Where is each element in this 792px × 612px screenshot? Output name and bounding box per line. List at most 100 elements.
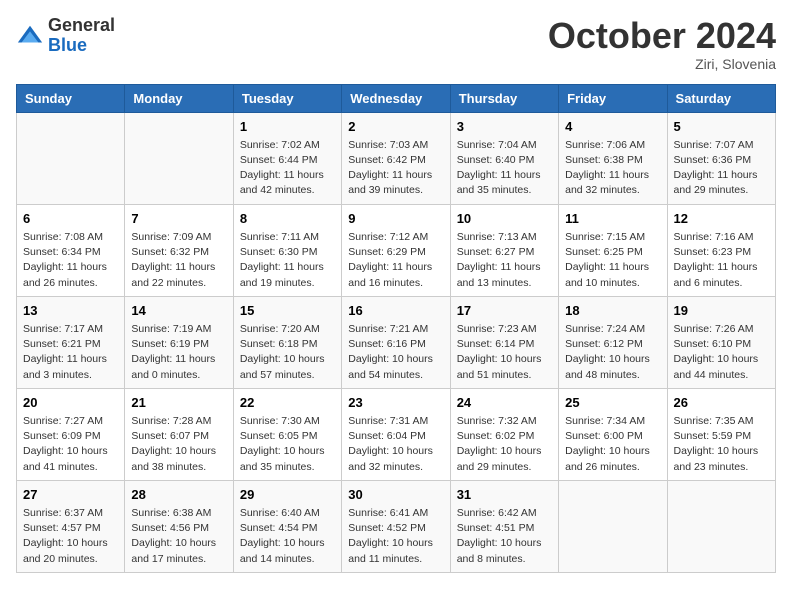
- day-number: 28: [131, 486, 226, 504]
- day-info: Sunrise: 7:13 AMSunset: 6:27 PMDaylight:…: [457, 230, 552, 291]
- weekday-header-row: SundayMondayTuesdayWednesdayThursdayFrid…: [17, 84, 776, 112]
- calendar-cell: 7Sunrise: 7:09 AMSunset: 6:32 PMDaylight…: [125, 204, 233, 296]
- day-info: Sunrise: 7:03 AMSunset: 6:42 PMDaylight:…: [348, 138, 443, 199]
- day-number: 2: [348, 118, 443, 136]
- day-number: 4: [565, 118, 660, 136]
- day-number: 5: [674, 118, 769, 136]
- calendar-cell: [667, 480, 775, 572]
- calendar-cell: 3Sunrise: 7:04 AMSunset: 6:40 PMDaylight…: [450, 112, 558, 204]
- day-number: 27: [23, 486, 118, 504]
- day-info: Sunrise: 6:41 AMSunset: 4:52 PMDaylight:…: [348, 506, 443, 567]
- day-number: 16: [348, 302, 443, 320]
- calendar-cell: 26 Sunrise: 7:35 AMSunset: 5:59 PMDayligh…: [667, 388, 775, 480]
- day-info: Sunrise: 6:38 AMSunset: 4:56 PMDaylight:…: [131, 506, 226, 567]
- location: Ziri, Slovenia: [548, 56, 776, 72]
- day-number: 19: [674, 302, 769, 320]
- calendar-cell: 30 Sunrise: 6:41 AMSunset: 4:52 PMDayligh…: [342, 480, 450, 572]
- calendar-cell: 13Sunrise: 7:17 AMSunset: 6:21 PMDayligh…: [17, 296, 125, 388]
- day-info: Sunrise: 7:26 AMSunset: 6:10 PMDaylight:…: [674, 322, 769, 383]
- day-number: 31: [457, 486, 552, 504]
- day-number: 21: [131, 394, 226, 412]
- calendar-cell: 4 Sunrise: 7:06 AMSunset: 6:38 PMDaylight…: [559, 112, 667, 204]
- logo-general-text: General: [48, 15, 115, 35]
- weekday-header: Saturday: [667, 84, 775, 112]
- calendar-cell: 11Sunrise: 7:15 AMSunset: 6:25 PMDayligh…: [559, 204, 667, 296]
- day-info: Sunrise: 7:30 AMSunset: 6:05 PMDaylight:…: [240, 414, 335, 475]
- day-info: Sunrise: 7:19 AMSunset: 6:19 PMDaylight:…: [131, 322, 226, 383]
- calendar-cell: 19 Sunrise: 7:26 AMSunset: 6:10 PMDayligh…: [667, 296, 775, 388]
- day-number: 23: [348, 394, 443, 412]
- logo: General Blue: [16, 16, 115, 56]
- calendar-cell: 21Sunrise: 7:28 AMSunset: 6:07 PMDayligh…: [125, 388, 233, 480]
- calendar-cell: 2 Sunrise: 7:03 AMSunset: 6:42 PMDaylight…: [342, 112, 450, 204]
- calendar-week-row: 6 Sunrise: 7:08 AMSunset: 6:34 PMDaylight…: [17, 204, 776, 296]
- day-info: Sunrise: 7:07 AMSunset: 6:36 PMDaylight:…: [674, 138, 769, 199]
- day-info: Sunrise: 7:06 AMSunset: 6:38 PMDaylight:…: [565, 138, 660, 199]
- weekday-header: Thursday: [450, 84, 558, 112]
- day-number: 8: [240, 210, 335, 228]
- calendar-cell: 25Sunrise: 7:34 AMSunset: 6:00 PMDayligh…: [559, 388, 667, 480]
- calendar-cell: 9Sunrise: 7:12 AMSunset: 6:29 PMDaylight…: [342, 204, 450, 296]
- day-info: Sunrise: 7:27 AMSunset: 6:09 PMDaylight:…: [23, 414, 118, 475]
- day-info: Sunrise: 7:11 AMSunset: 6:30 PMDaylight:…: [240, 230, 335, 291]
- day-number: 25: [565, 394, 660, 412]
- day-number: 30: [348, 486, 443, 504]
- title-block: October 2024 Ziri, Slovenia: [548, 16, 776, 72]
- day-info: Sunrise: 7:09 AMSunset: 6:32 PMDaylight:…: [131, 230, 226, 291]
- calendar-cell: 15 Sunrise: 7:20 AMSunset: 6:18 PMDayligh…: [233, 296, 341, 388]
- weekday-header: Wednesday: [342, 84, 450, 112]
- day-number: 12: [674, 210, 769, 228]
- day-number: 26: [674, 394, 769, 412]
- calendar-cell: 28 Sunrise: 6:38 AMSunset: 4:56 PMDayligh…: [125, 480, 233, 572]
- weekday-header: Monday: [125, 84, 233, 112]
- calendar-cell: 12 Sunrise: 7:16 AMSunset: 6:23 PMDayligh…: [667, 204, 775, 296]
- day-number: 20: [23, 394, 118, 412]
- calendar-week-row: 20 Sunrise: 7:27 AMSunset: 6:09 PMDayligh…: [17, 388, 776, 480]
- calendar-table: SundayMondayTuesdayWednesdayThursdayFrid…: [16, 84, 776, 573]
- calendar-cell: 20 Sunrise: 7:27 AMSunset: 6:09 PMDayligh…: [17, 388, 125, 480]
- calendar-week-row: 1 Sunrise: 7:02 AMSunset: 6:44 PMDaylight…: [17, 112, 776, 204]
- day-number: 1: [240, 118, 335, 136]
- calendar-cell: [125, 112, 233, 204]
- day-number: 14: [131, 302, 226, 320]
- weekday-header: Sunday: [17, 84, 125, 112]
- day-number: 18: [565, 302, 660, 320]
- day-info: Sunrise: 7:08 AMSunset: 6:34 PMDaylight:…: [23, 230, 118, 291]
- calendar-cell: 1 Sunrise: 7:02 AMSunset: 6:44 PMDaylight…: [233, 112, 341, 204]
- day-number: 6: [23, 210, 118, 228]
- day-number: 22: [240, 394, 335, 412]
- calendar-cell: 5 Sunrise: 7:07 AMSunset: 6:36 PMDaylight…: [667, 112, 775, 204]
- day-number: 15: [240, 302, 335, 320]
- calendar-cell: 17 Sunrise: 7:23 AMSunset: 6:14 PMDayligh…: [450, 296, 558, 388]
- calendar-cell: 22 Sunrise: 7:30 AMSunset: 6:05 PMDayligh…: [233, 388, 341, 480]
- day-info: Sunrise: 7:21 AMSunset: 6:16 PMDaylight:…: [348, 322, 443, 383]
- calendar-cell: 24 Sunrise: 7:32 AMSunset: 6:02 PMDayligh…: [450, 388, 558, 480]
- day-info: Sunrise: 6:42 AMSunset: 4:51 PMDaylight:…: [457, 506, 552, 567]
- weekday-header: Friday: [559, 84, 667, 112]
- weekday-header: Tuesday: [233, 84, 341, 112]
- day-info: Sunrise: 7:23 AMSunset: 6:14 PMDaylight:…: [457, 322, 552, 383]
- day-number: 24: [457, 394, 552, 412]
- day-info: Sunrise: 7:31 AMSunset: 6:04 PMDaylight:…: [348, 414, 443, 475]
- day-info: Sunrise: 7:20 AMSunset: 6:18 PMDaylight:…: [240, 322, 335, 383]
- day-number: 29: [240, 486, 335, 504]
- day-number: 10: [457, 210, 552, 228]
- logo-icon: [16, 22, 44, 50]
- calendar-cell: 27Sunrise: 6:37 AMSunset: 4:57 PMDayligh…: [17, 480, 125, 572]
- day-number: 17: [457, 302, 552, 320]
- calendar-cell: 6 Sunrise: 7:08 AMSunset: 6:34 PMDaylight…: [17, 204, 125, 296]
- day-info: Sunrise: 7:02 AMSunset: 6:44 PMDaylight:…: [240, 138, 335, 199]
- day-info: Sunrise: 7:35 AMSunset: 5:59 PMDaylight:…: [674, 414, 769, 475]
- day-number: 11: [565, 210, 660, 228]
- page-header: General Blue October 2024 Ziri, Slovenia: [16, 16, 776, 72]
- calendar-cell: [17, 112, 125, 204]
- calendar-cell: 31 Sunrise: 6:42 AMSunset: 4:51 PMDayligh…: [450, 480, 558, 572]
- day-info: Sunrise: 7:12 AMSunset: 6:29 PMDaylight:…: [348, 230, 443, 291]
- day-info: Sunrise: 7:32 AMSunset: 6:02 PMDaylight:…: [457, 414, 552, 475]
- calendar-cell: 18Sunrise: 7:24 AMSunset: 6:12 PMDayligh…: [559, 296, 667, 388]
- calendar-cell: 14 Sunrise: 7:19 AMSunset: 6:19 PMDayligh…: [125, 296, 233, 388]
- day-number: 3: [457, 118, 552, 136]
- day-info: Sunrise: 7:16 AMSunset: 6:23 PMDaylight:…: [674, 230, 769, 291]
- calendar-cell: [559, 480, 667, 572]
- calendar-cell: 23 Sunrise: 7:31 AMSunset: 6:04 PMDayligh…: [342, 388, 450, 480]
